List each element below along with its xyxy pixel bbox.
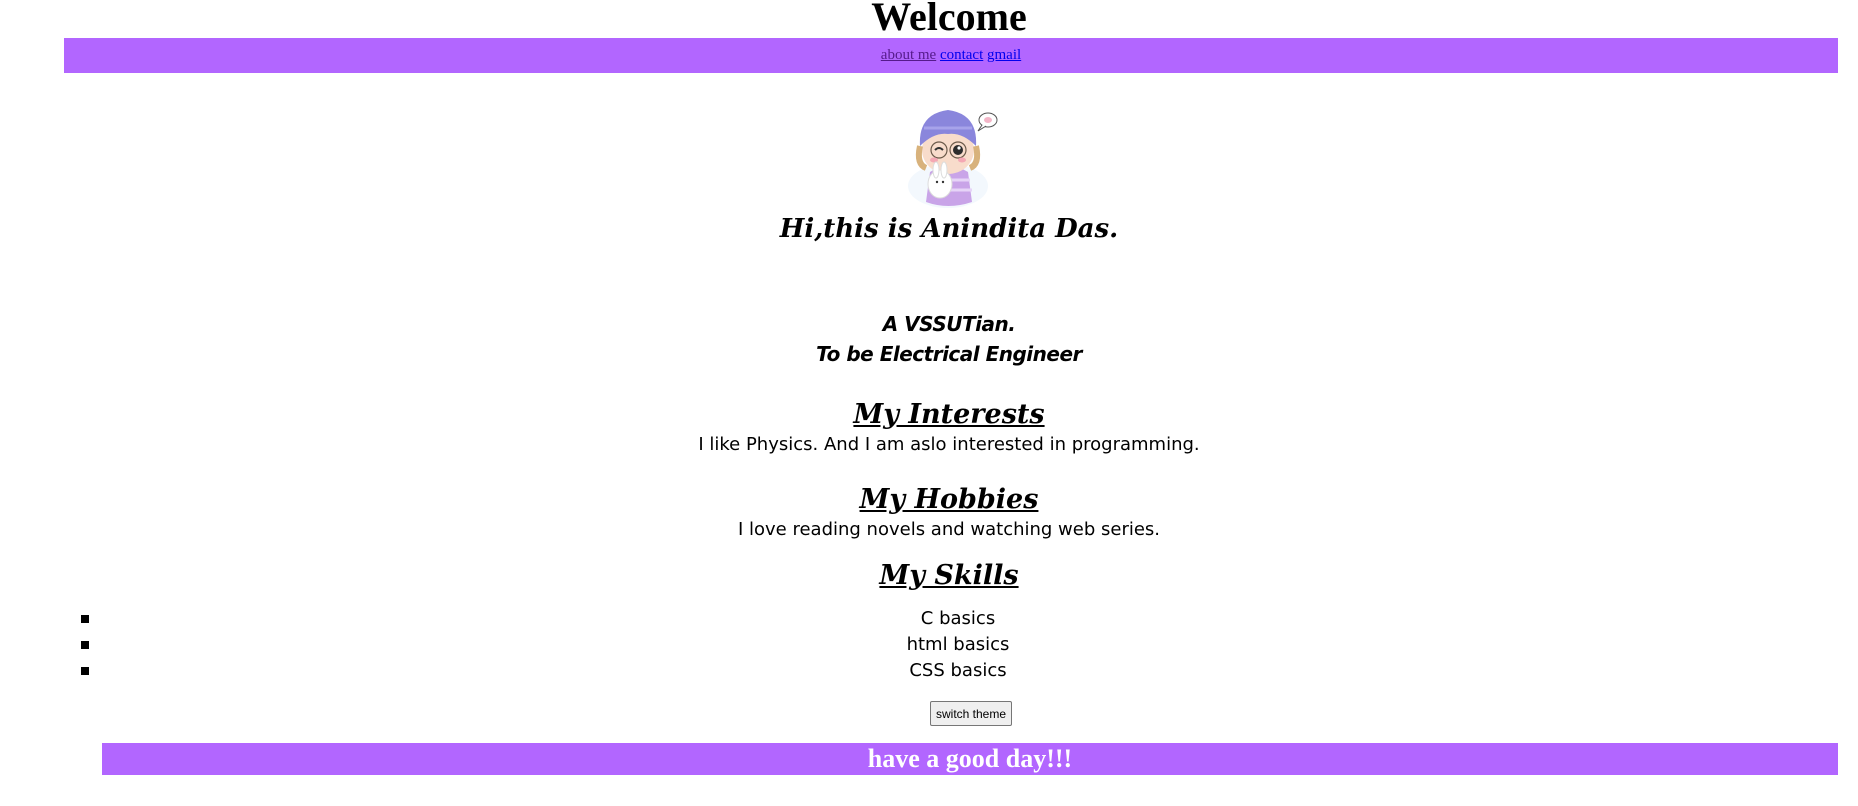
bullet-icon — [81, 615, 89, 623]
nav-link-gmail[interactable]: gmail — [987, 47, 1021, 63]
intro-text: Hi,this is Anindita Das. — [779, 214, 1119, 244]
skill-item: CSS basics — [0, 658, 1858, 684]
nav-bar: about me contact gmail — [64, 38, 1838, 73]
skill-item: html basics — [0, 632, 1858, 658]
switch-theme-button[interactable]: switch theme — [930, 701, 1013, 726]
nav-link-contact[interactable]: contact — [940, 47, 983, 63]
page-title: Welcome — [871, 0, 1027, 39]
footer-banner: have a good day!!! — [102, 743, 1838, 775]
interests-heading: My Interests — [853, 399, 1045, 430]
hobbies-text: I love reading novels and watching web s… — [737, 519, 1161, 540]
skill-label: C basics — [920, 608, 996, 629]
cartoon-girl-avatar-icon — [908, 110, 998, 208]
hobbies-heading: My Hobbies — [859, 484, 1039, 515]
tagline-line-2: To be Electrical Engineer — [816, 342, 1082, 366]
bullet-icon — [81, 667, 89, 675]
nav-link-about-me[interactable]: about me — [881, 47, 936, 63]
skills-heading: My Skills — [879, 560, 1019, 591]
skills-list: C basics html basics CSS basics — [0, 606, 1858, 684]
interests-text: I like Physics. And I am aslo interested… — [698, 434, 1200, 455]
bullet-icon — [81, 641, 89, 649]
skill-item: C basics — [0, 606, 1858, 632]
avatar — [890, 94, 1006, 210]
skill-label: html basics — [906, 634, 1010, 655]
skill-label: CSS basics — [909, 660, 1007, 681]
tagline-line-1: A VSSUTian. — [882, 312, 1016, 336]
